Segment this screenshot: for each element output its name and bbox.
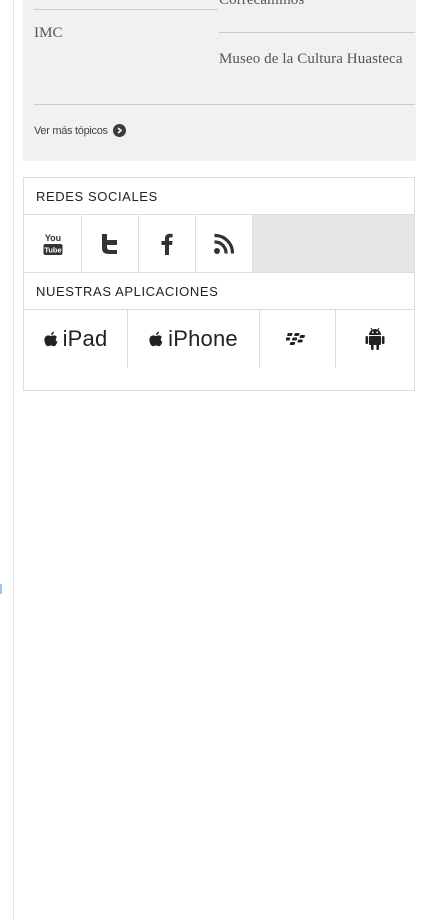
social-apps-box: REDES SOCIALES You Tube NUESTRAS APLICAC…: [23, 177, 415, 391]
topic-link-correcaminos[interactable]: Correcaminos: [219, 0, 304, 10]
divider: [34, 104, 415, 105]
twitter-link[interactable]: [82, 215, 139, 272]
divider: [34, 9, 218, 10]
page-left-border: [13, 0, 14, 920]
youtube-icon-text-top: You: [44, 233, 60, 243]
iphone-app-link[interactable]: iPhone: [128, 310, 260, 368]
rss-icon: [214, 233, 235, 254]
youtube-icon: You Tube: [43, 233, 62, 255]
divider: [219, 32, 415, 33]
topics-panel: Correcaminos IMC Museo de la Cultura Hua…: [23, 0, 416, 161]
apps-header: NUESTRAS APLICACIONES: [24, 273, 414, 310]
apps-row: iPad iPhone: [24, 310, 414, 368]
apple-icon: [149, 331, 163, 347]
page-left-marker: [0, 584, 2, 594]
social-header: REDES SOCIALES: [24, 178, 414, 215]
social-links-row: You Tube: [24, 215, 414, 273]
android-icon: [365, 327, 385, 350]
ipad-app-link[interactable]: iPad: [24, 310, 128, 368]
youtube-link[interactable]: You Tube: [24, 215, 82, 272]
facebook-icon: [161, 233, 173, 255]
facebook-link[interactable]: [139, 215, 196, 272]
blackberry-app-link[interactable]: [260, 310, 336, 368]
more-topics-link[interactable]: Ver más tópicos: [34, 124, 126, 137]
ipad-app-label: iPad: [62, 326, 108, 351]
rss-link[interactable]: [196, 215, 253, 272]
blackberry-icon: [285, 333, 305, 345]
android-app-link[interactable]: [336, 310, 414, 368]
social-row-filler: [253, 215, 414, 272]
chevron-right-icon: [112, 124, 126, 137]
more-topics-label: Ver más tópicos: [34, 124, 108, 137]
twitter-icon: [102, 233, 117, 254]
iphone-app-label: iPhone: [168, 326, 238, 351]
topic-link-museo-cultura-huasteca[interactable]: Museo de la Cultura Huasteca: [219, 50, 409, 69]
topic-link-imc[interactable]: IMC: [34, 24, 63, 43]
youtube-icon-text-bottom: Tube: [44, 245, 61, 254]
apple-icon: [43, 331, 57, 347]
